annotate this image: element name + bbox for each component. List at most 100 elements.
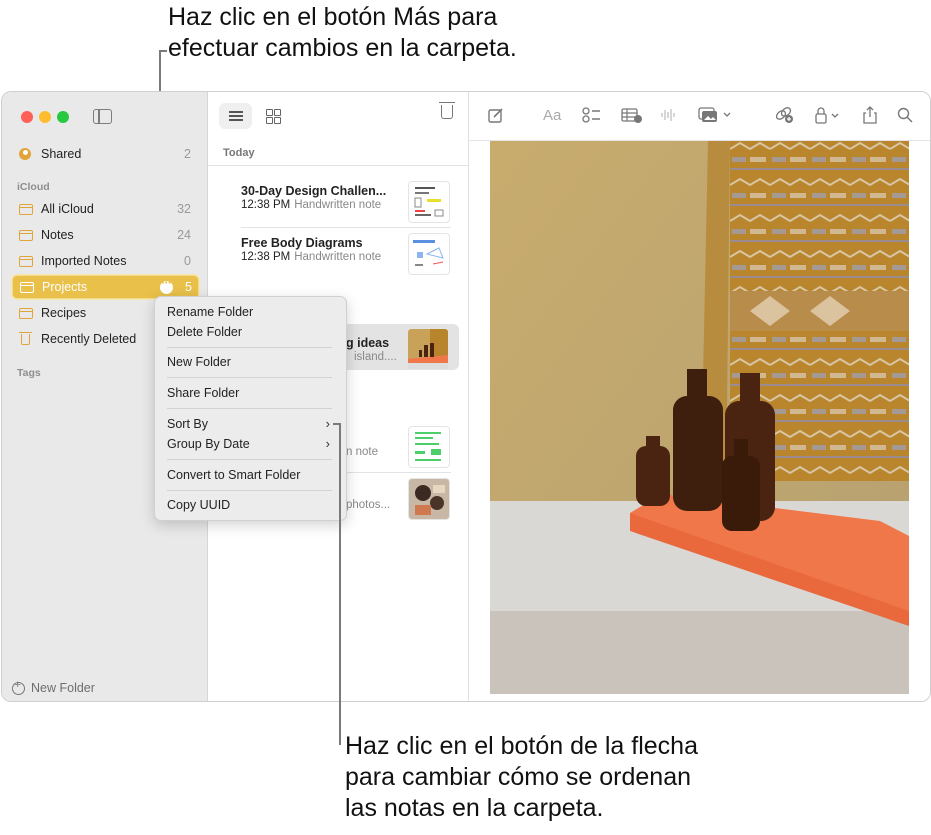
note-time: 12:38 PM <box>241 251 291 263</box>
menu-item-label: Delete Folder <box>167 325 243 339</box>
menu-item-label: Group By Date <box>167 437 250 451</box>
menu-separator <box>167 408 332 409</box>
checklist-icon[interactable] <box>582 106 602 124</box>
close-window-button[interactable] <box>21 111 33 123</box>
menu-separator <box>167 490 332 491</box>
sidebar-item-count: 0 <box>184 254 191 268</box>
note-item[interactable]: 30-Day Design Challen... 12:38 PM Handwri… <box>234 180 456 226</box>
note-thumbnail <box>408 181 450 223</box>
minimize-window-button[interactable] <box>39 111 51 123</box>
menu-item-copy-uuid[interactable]: Copy UUID <box>167 498 332 516</box>
menu-separator <box>167 459 332 460</box>
menu-item-group-by-date[interactable]: Group By Date › <box>167 436 332 455</box>
menu-item-delete-folder[interactable]: Delete Folder <box>167 325 332 343</box>
menu-item-share-folder[interactable]: Share Folder <box>167 386 332 404</box>
new-folder-button[interactable]: New Folder <box>12 679 95 695</box>
sidebar-item-label: Shared <box>41 147 82 161</box>
notes-window: Shared 2 iCloud All iCloud 32 Notes 24 I… <box>1 91 931 702</box>
menu-separator <box>167 377 332 378</box>
callout-line: las notas en la carpeta. <box>345 794 604 822</box>
zoom-window-button[interactable] <box>57 111 69 123</box>
note-preview: n note <box>346 446 378 458</box>
menu-item-label: New Folder <box>167 355 231 369</box>
compose-note-icon[interactable] <box>488 106 504 124</box>
note-thumbnail <box>408 233 450 275</box>
folder-icon <box>20 281 34 293</box>
share-icon[interactable] <box>862 106 878 124</box>
note-time: 12:38 PM <box>241 199 291 211</box>
list-view-button[interactable] <box>219 103 252 129</box>
menu-item-label: Copy UUID <box>167 498 231 512</box>
menu-item-label: Rename Folder <box>167 305 254 319</box>
folder-context-menu: Rename Folder Delete Folder New Folder S… <box>154 296 347 521</box>
sidebar-item-count: 24 <box>177 228 191 242</box>
sidebar-item-label: Notes <box>41 228 74 242</box>
divider <box>208 165 468 166</box>
search-icon[interactable] <box>897 106 913 124</box>
note-thumbnail <box>408 478 450 520</box>
note-title: 30-Day Design Challen... <box>241 184 387 198</box>
note-thumbnail <box>408 426 450 468</box>
note-thumbnail <box>407 328 449 370</box>
plus-circle-icon <box>12 679 25 695</box>
table-icon[interactable] <box>621 106 643 124</box>
callout-sort-arrow: Haz clic en el botón de la flecha para c… <box>345 731 698 824</box>
section-icloud: iCloud <box>17 181 50 193</box>
note-title: Free Body Diagrams <box>241 236 363 250</box>
menu-item-convert-to-smart-folder[interactable]: Convert to Smart Folder <box>167 468 332 486</box>
sidebar-item-count: 32 <box>177 202 191 216</box>
menu-item-label: Sort By <box>167 417 208 431</box>
lock-icon[interactable] <box>814 106 842 124</box>
gallery-view-button[interactable] <box>258 103 291 129</box>
sidebar-item-count: 5 <box>185 280 192 294</box>
menu-item-label: Share Folder <box>167 386 240 400</box>
sidebar-item-label: Imported Notes <box>41 254 127 268</box>
callout-line: efectuar cambios en la carpeta. <box>168 34 517 62</box>
media-insert-icon[interactable] <box>698 106 732 124</box>
collaborate-link-icon[interactable] <box>774 106 794 124</box>
note-meta: 12:38 PM Handwritten note <box>241 199 381 211</box>
more-options-button[interactable] <box>160 275 174 294</box>
callout-line: Haz clic en el botón Más para <box>168 3 498 31</box>
delete-note-trash-icon[interactable] <box>439 102 455 119</box>
section-today: Today <box>223 147 255 159</box>
note-preview: island.... <box>354 351 397 363</box>
callout-leader-tick <box>159 50 167 52</box>
format-text-button[interactable]: Aa <box>543 106 561 124</box>
menu-item-new-folder[interactable]: New Folder <box>167 355 332 373</box>
note-item[interactable]: Free Body Diagrams 12:38 PM Handwritten n… <box>234 232 456 278</box>
sidebar-item-imported-notes[interactable]: Imported Notes 0 <box>12 250 197 272</box>
editor-toolbar: Aa <box>469 92 930 141</box>
note-preview: Handwritten note <box>294 199 382 211</box>
note-title: g ideas <box>346 336 390 350</box>
folder-icon <box>19 229 33 241</box>
sidebar-item-label: Projects <box>42 280 88 294</box>
callout-line: Haz clic en el botón de la flecha <box>345 732 698 760</box>
submenu-arrow-icon[interactable]: › <box>326 416 330 431</box>
menu-item-label: Convert to Smart Folder <box>167 468 301 482</box>
note-image[interactable] <box>490 141 909 694</box>
note-meta: 12:38 PM Handwritten note <box>241 251 381 263</box>
shared-person-icon <box>19 148 31 160</box>
sidebar-toggle-icon[interactable] <box>93 109 112 124</box>
submenu-arrow-icon[interactable]: › <box>326 436 330 451</box>
sidebar-item-notes[interactable]: Notes 24 <box>12 224 197 246</box>
note-preview: Handwritten note <box>294 251 382 263</box>
divider <box>241 227 451 228</box>
sidebar-item-shared[interactable]: Shared 2 <box>12 143 197 165</box>
sidebar-item-all-icloud[interactable]: All iCloud 32 <box>12 198 197 220</box>
menu-item-rename-folder[interactable]: Rename Folder <box>167 305 332 323</box>
trash-icon <box>19 331 32 345</box>
sidebar-item-count: 2 <box>184 147 191 161</box>
note-editor: Aa <box>469 92 930 701</box>
audio-waveform-icon[interactable] <box>660 106 676 124</box>
folder-icon <box>19 203 33 215</box>
folder-icon <box>19 307 33 319</box>
new-folder-label: New Folder <box>31 681 95 695</box>
folder-icon <box>19 255 33 267</box>
callout-leader-line <box>339 423 341 745</box>
menu-item-sort-by[interactable]: Sort By › <box>167 416 332 435</box>
callout-more-button: Haz clic en el botón Más para efectuar c… <box>168 2 517 64</box>
menu-separator <box>167 347 332 348</box>
sidebar-item-label: All iCloud <box>41 202 94 216</box>
